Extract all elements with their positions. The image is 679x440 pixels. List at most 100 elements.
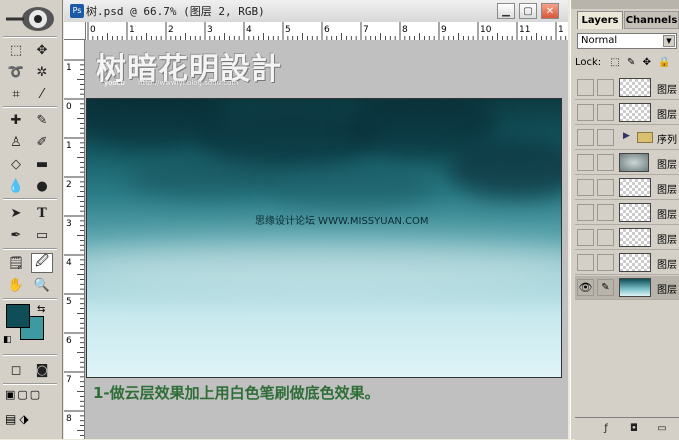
ruler-origin[interactable] — [64, 22, 86, 40]
tab-channels[interactable]: Channels — [624, 11, 679, 29]
layer-visibility-eye-icon[interactable]: 👁 — [577, 279, 594, 296]
new-set-icon[interactable]: ▭ — [655, 422, 669, 435]
layer-link-icon[interactable] — [597, 129, 614, 146]
marquee-tool-icon[interactable]: ⬚ — [5, 40, 27, 60]
layer-name: 图层 — [657, 260, 677, 271]
path-selection-icon[interactable]: ➤ — [5, 203, 27, 223]
history-brush-icon[interactable]: ✐ — [31, 132, 53, 152]
ruler-label: 2 — [66, 180, 72, 190]
ruler-label: 5 — [285, 25, 291, 35]
tab-layers[interactable]: Layers — [577, 11, 623, 29]
layer-visibility-eye-icon[interactable] — [577, 79, 594, 96]
pen-tool-icon[interactable]: ✒ — [5, 225, 27, 245]
quick-mask-icon[interactable]: ◙ — [31, 360, 53, 380]
lock-all-icon[interactable]: 🔒 — [658, 57, 670, 68]
shape-tool-icon[interactable]: ▭ — [31, 225, 53, 245]
foreground-color-swatch[interactable] — [6, 304, 30, 328]
layer-visibility-eye-icon[interactable] — [577, 229, 594, 246]
ruler-label: 6 — [66, 336, 72, 346]
blur-tool-icon[interactable]: 💧 — [5, 176, 27, 196]
layer-link-icon[interactable] — [597, 154, 614, 171]
notes-tool-icon[interactable]: 🗒 — [5, 253, 27, 273]
zoom-tool-icon[interactable]: 🔍 — [31, 275, 53, 295]
close-button[interactable]: ✕ — [541, 3, 559, 19]
ruler-label: 8 — [66, 414, 72, 424]
dodge-tool-icon[interactable]: ● — [31, 176, 53, 196]
layer-link-icon[interactable] — [597, 229, 614, 246]
ruler-label: 11 — [519, 25, 530, 35]
brush-tool-icon[interactable]: ✎ — [31, 110, 53, 130]
layer-name: 图层 — [657, 185, 677, 196]
hand-tool-icon[interactable]: ✋ — [5, 275, 27, 295]
magic-wand-icon[interactable]: ✲ — [31, 62, 53, 82]
vertical-ruler[interactable]: 1 0 1 2 3 4 5 6 7 8 — [64, 40, 85, 439]
layer-link-icon[interactable] — [597, 79, 614, 96]
layer-name: 图层 — [657, 110, 677, 121]
layer-visibility-eye-icon[interactable] — [577, 204, 594, 221]
logo-url: http://wwwlyf.blog.sohu.com — [138, 79, 239, 87]
photoshop-eye-icon[interactable] — [6, 4, 56, 34]
ruler-label: 3 — [66, 219, 72, 229]
maximize-button[interactable]: ▢ — [519, 3, 537, 19]
ruler-label: 0 — [66, 102, 72, 112]
layer-visibility-eye-icon[interactable] — [577, 104, 594, 121]
layer-link-icon[interactable] — [597, 204, 614, 221]
layer-row[interactable]: 图层 — [575, 201, 679, 225]
layer-row[interactable]: 图层 — [575, 176, 679, 200]
move-tool-icon[interactable]: ✥ — [31, 40, 53, 60]
layer-thumbnail — [619, 203, 651, 222]
layer-row[interactable]: 图层 — [575, 101, 679, 125]
layer-thumbnail — [619, 253, 651, 272]
expand-triangle-icon[interactable]: ▶ — [623, 131, 630, 141]
layer-visibility-eye-icon[interactable] — [577, 154, 594, 171]
layer-visibility-eye-icon[interactable] — [577, 129, 594, 146]
layer-row[interactable]: ▶ 序列 — [575, 126, 679, 150]
layer-row[interactable]: 👁 ✎ 图层 — [575, 276, 679, 300]
minimize-button[interactable]: ▁ — [497, 3, 515, 19]
chevron-down-icon[interactable]: ▼ — [663, 35, 675, 47]
image-canvas[interactable] — [86, 98, 562, 378]
crop-tool-icon[interactable]: ⌗ — [5, 84, 27, 104]
folder-icon — [637, 132, 653, 143]
layer-link-icon[interactable] — [597, 254, 614, 271]
lasso-tool-icon[interactable]: ➰ — [5, 62, 27, 82]
lock-transparency-icon[interactable]: ⬚ — [610, 57, 619, 68]
screen-mode-icons[interactable]: ▣▢▢ — [5, 388, 42, 401]
layer-thumbnail — [619, 228, 651, 247]
layer-style-icon[interactable]: ƒ — [599, 422, 613, 435]
type-tool-icon[interactable]: T — [31, 203, 53, 223]
layer-link-icon[interactable] — [597, 104, 614, 121]
layer-row[interactable]: 图层 — [575, 251, 679, 275]
add-mask-icon[interactable]: ◘ — [627, 422, 641, 435]
layer-row[interactable]: 图层 — [575, 151, 679, 175]
layer-row[interactable]: 图层 — [575, 76, 679, 100]
lock-position-icon[interactable]: ✥ — [643, 57, 651, 68]
swap-colors-icon[interactable]: ⇆ — [37, 304, 45, 315]
layer-name: 图层 — [657, 235, 677, 246]
jump-to-imageready-icon[interactable]: ▤⬗ — [5, 412, 32, 426]
blend-mode-select[interactable]: Normal — [577, 33, 677, 49]
layer-link-icon[interactable]: ✎ — [597, 279, 614, 296]
lock-pixels-icon[interactable]: ✎ — [627, 57, 635, 68]
layer-visibility-eye-icon[interactable] — [577, 254, 594, 271]
ruler-label: 1 — [129, 25, 135, 35]
healing-brush-icon[interactable]: ✚ — [5, 110, 27, 130]
ruler-label: 1 — [66, 141, 72, 151]
default-colors-icon[interactable]: ◧ — [3, 335, 12, 345]
horizontal-ruler[interactable]: 0 1 2 3 4 5 6 7 8 9 10 11 1 — [86, 22, 568, 41]
eraser-tool-icon[interactable]: ◇ — [5, 154, 27, 174]
clone-stamp-icon[interactable]: ♙ — [5, 132, 27, 152]
slice-tool-icon[interactable]: ⁄ — [31, 84, 53, 104]
layer-name: 图层 — [657, 285, 677, 296]
layer-link-icon[interactable] — [597, 179, 614, 196]
eyedropper-tool-icon[interactable]: 🖉 — [31, 253, 53, 273]
ruler-label: 1 — [558, 25, 564, 35]
standard-mode-icon[interactable]: ◻ — [5, 360, 27, 380]
layer-row[interactable]: 图层 — [575, 226, 679, 250]
psd-file-icon: Ps — [70, 4, 84, 18]
ruler-label: 10 — [480, 25, 492, 35]
panel-grip[interactable] — [571, 0, 679, 9]
gradient-tool-icon[interactable]: ▬ — [31, 154, 53, 174]
document-title: 树.psd @ 66.7% (图层 2, RGB) — [86, 5, 265, 18]
layer-visibility-eye-icon[interactable] — [577, 179, 594, 196]
